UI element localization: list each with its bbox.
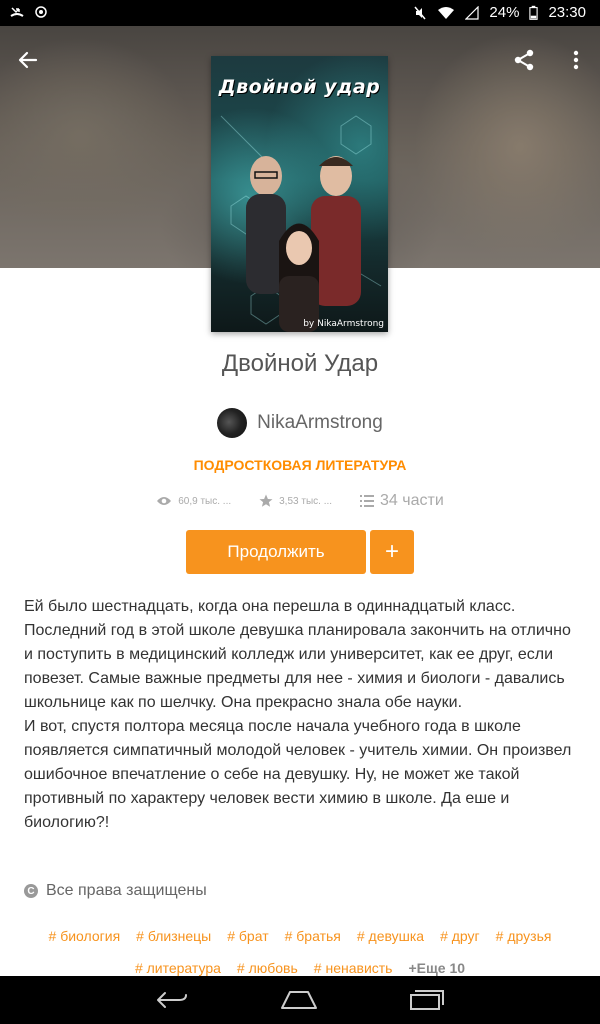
tag[interactable]: # друг <box>440 926 480 946</box>
mute-icon <box>414 6 426 19</box>
tag[interactable]: # девушка <box>357 926 424 946</box>
copyright-notice: C Все права защищены <box>24 882 207 900</box>
genre-link[interactable]: ПОДРОСТКОВАЯ ЛИТЕРАТУРА <box>0 457 600 473</box>
more-tags-button[interactable]: +Еще 10 <box>408 958 465 978</box>
missed-call-icon <box>10 7 24 17</box>
cover-title: Двойной удар <box>218 76 381 98</box>
author-link[interactable]: NikaArmstrong <box>0 408 600 438</box>
clock: 23:30 <box>548 4 586 21</box>
cover-author: by NikaArmstrong <box>303 319 384 329</box>
book-cover[interactable]: Двойной удар by NikaArmstrong <box>211 56 388 332</box>
tag[interactable]: # литература <box>135 958 221 978</box>
wifi-icon <box>438 6 455 19</box>
share-button[interactable] <box>508 44 540 76</box>
recents-nav-icon[interactable] <box>409 989 445 1011</box>
list-icon <box>360 495 375 507</box>
tag[interactable]: # близнецы <box>136 926 211 946</box>
back-arrow-icon <box>18 51 38 69</box>
more-options-button[interactable] <box>560 44 592 76</box>
votes-stat: 3,53 тыс. ... <box>259 494 332 508</box>
parts-stat[interactable]: 34 части <box>360 492 444 510</box>
book-title: Двойной Удар <box>221 350 379 377</box>
votes-count: 3,53 тыс. ... <box>279 495 333 507</box>
book-description: Ей было шестнадцать, когда она перешла в… <box>24 598 572 831</box>
share-icon <box>514 49 534 71</box>
system-nav-bar <box>0 976 600 1024</box>
battery-icon <box>529 5 539 20</box>
author-avatar <box>217 408 248 438</box>
tag[interactable]: # биология <box>49 926 121 946</box>
author-name: NikaArmstrong <box>257 412 383 433</box>
parts-count: 34 части <box>380 492 444 509</box>
notification-icon <box>35 6 47 18</box>
copyright-text: Все права защищены <box>46 882 207 899</box>
battery-percent: 24% <box>489 4 520 21</box>
reads-stat: 60,9 тыс. ... <box>156 496 231 507</box>
tag[interactable]: # братья <box>285 926 341 946</box>
add-to-library-button[interactable]: + <box>370 530 414 574</box>
back-button[interactable] <box>12 44 44 76</box>
tag[interactable]: # брат <box>227 926 268 946</box>
status-bar: 24% 23:30 <box>0 0 600 26</box>
home-nav-icon[interactable] <box>280 990 318 1010</box>
tag[interactable]: # ненависть <box>314 958 393 978</box>
more-vert-icon <box>573 50 579 70</box>
copyright-icon: C <box>24 884 38 898</box>
continue-reading-button[interactable]: Продолжить <box>186 530 366 574</box>
book-stats: 60,9 тыс. ... 3,53 тыс. ... 34 части <box>0 492 600 510</box>
eye-icon <box>157 497 172 505</box>
reads-count: 60,9 тыс. ... <box>178 495 232 507</box>
tag[interactable]: # любовь <box>237 958 298 978</box>
back-nav-icon[interactable] <box>155 989 189 1011</box>
star-icon <box>259 494 273 507</box>
tag[interactable]: # друзья <box>496 926 552 946</box>
tag-list: # биология # близнецы # брат # братья # … <box>20 926 580 978</box>
signal-icon <box>465 5 480 20</box>
